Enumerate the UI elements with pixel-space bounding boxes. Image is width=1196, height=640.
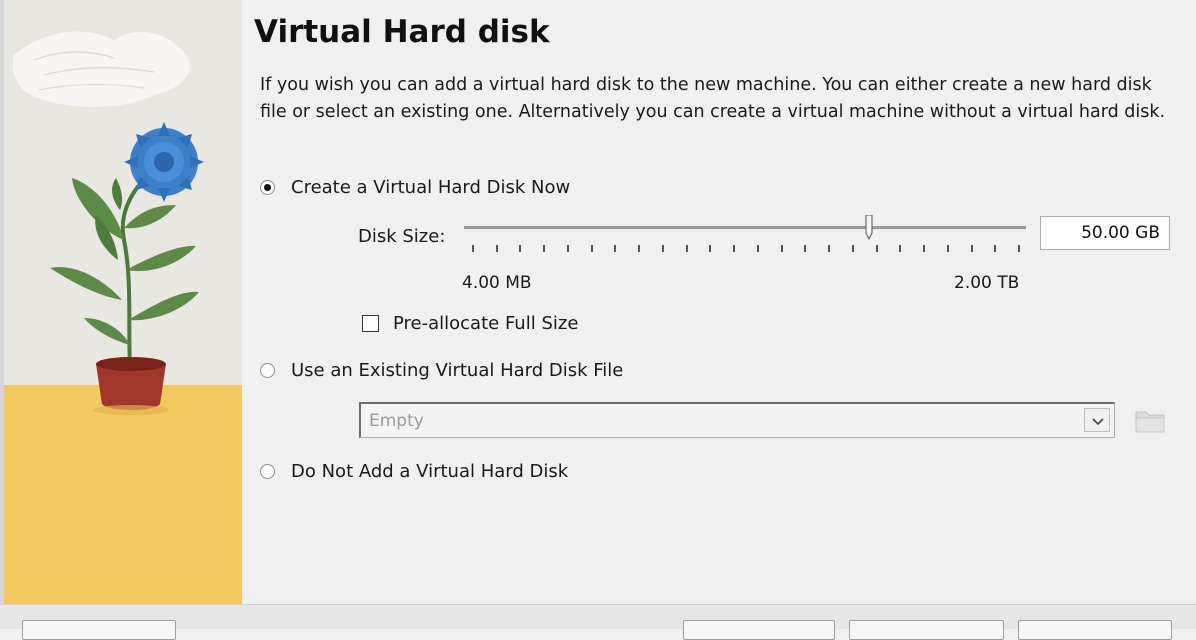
create-vm-dialog: Virtual Hard disk If you wish you can ad…: [0, 0, 1196, 640]
slider-tick: [875, 245, 878, 252]
button-bar: [0, 604, 1196, 629]
do-not-add-label: Do Not Add a Virtual Hard Disk: [291, 461, 569, 482]
disk-size-slider-thumb[interactable]: [864, 215, 874, 241]
slider-tick: [519, 245, 522, 252]
create-button[interactable]: [849, 620, 1004, 640]
use-existing-label: Use an Existing Virtual Hard Disk File: [291, 360, 624, 381]
slider-tick: [994, 245, 997, 252]
do-not-add-option[interactable]: Do Not Add a Virtual Hard Disk: [260, 461, 568, 482]
preallocate-label: Pre-allocate Full Size: [393, 313, 579, 334]
slider-tick: [946, 245, 949, 252]
disk-size-label: Disk Size:: [358, 226, 446, 247]
disk-size-min-label: 4.00 MB: [462, 273, 532, 293]
chevron-down-icon[interactable]: [1084, 408, 1110, 432]
do-not-add-radio[interactable]: [260, 464, 275, 479]
create-disk-now-radio[interactable]: [260, 180, 275, 195]
preallocate-option[interactable]: Pre-allocate Full Size: [362, 313, 578, 334]
create-disk-now-label: Create a Virtual Hard Disk Now: [291, 177, 571, 198]
back-button[interactable]: [683, 620, 835, 640]
flower-pot-illustration: [4, 0, 242, 604]
slider-tick: [709, 245, 712, 252]
disk-size-slider-ticks: [464, 245, 1026, 255]
existing-disk-select[interactable]: Empty: [359, 402, 1115, 438]
slider-tick: [851, 245, 854, 252]
slider-tick: [638, 245, 641, 252]
slider-tick: [733, 245, 736, 252]
slider-tick: [899, 245, 902, 252]
slider-tick: [661, 245, 664, 252]
slider-tick: [1018, 245, 1020, 252]
folder-open-icon[interactable]: [1132, 402, 1168, 436]
slider-tick: [685, 245, 688, 252]
slider-tick: [923, 245, 926, 252]
slider-tick: [804, 245, 807, 252]
create-disk-now-option[interactable]: Create a Virtual Hard Disk Now: [260, 177, 570, 198]
slider-tick: [828, 245, 831, 252]
disk-size-slider-track[interactable]: [464, 226, 1026, 230]
slider-tick: [970, 245, 973, 252]
slider-tick: [543, 245, 546, 252]
expert-mode-button[interactable]: [22, 620, 176, 640]
slider-tick: [614, 245, 617, 252]
use-existing-radio[interactable]: [260, 363, 275, 378]
slider-tick: [590, 245, 593, 252]
slider-tick: [780, 245, 783, 252]
page-title: Virtual Hard disk: [254, 14, 550, 50]
page-description: If you wish you can add a virtual hard d…: [260, 75, 1166, 122]
slider-tick: [756, 245, 759, 252]
existing-disk-select-value: Empty: [369, 411, 424, 431]
disk-size-input[interactable]: [1040, 216, 1170, 250]
slider-tick: [566, 245, 569, 252]
preallocate-checkbox[interactable]: [362, 315, 379, 332]
content-area: Virtual Hard disk If you wish you can ad…: [242, 0, 1196, 604]
slider-tick: [495, 245, 498, 252]
slider-tick: [472, 245, 474, 252]
use-existing-option[interactable]: Use an Existing Virtual Hard Disk File: [260, 360, 623, 381]
disk-size-max-label: 2.00 TB: [954, 273, 1020, 293]
cancel-button[interactable]: [1018, 620, 1172, 640]
